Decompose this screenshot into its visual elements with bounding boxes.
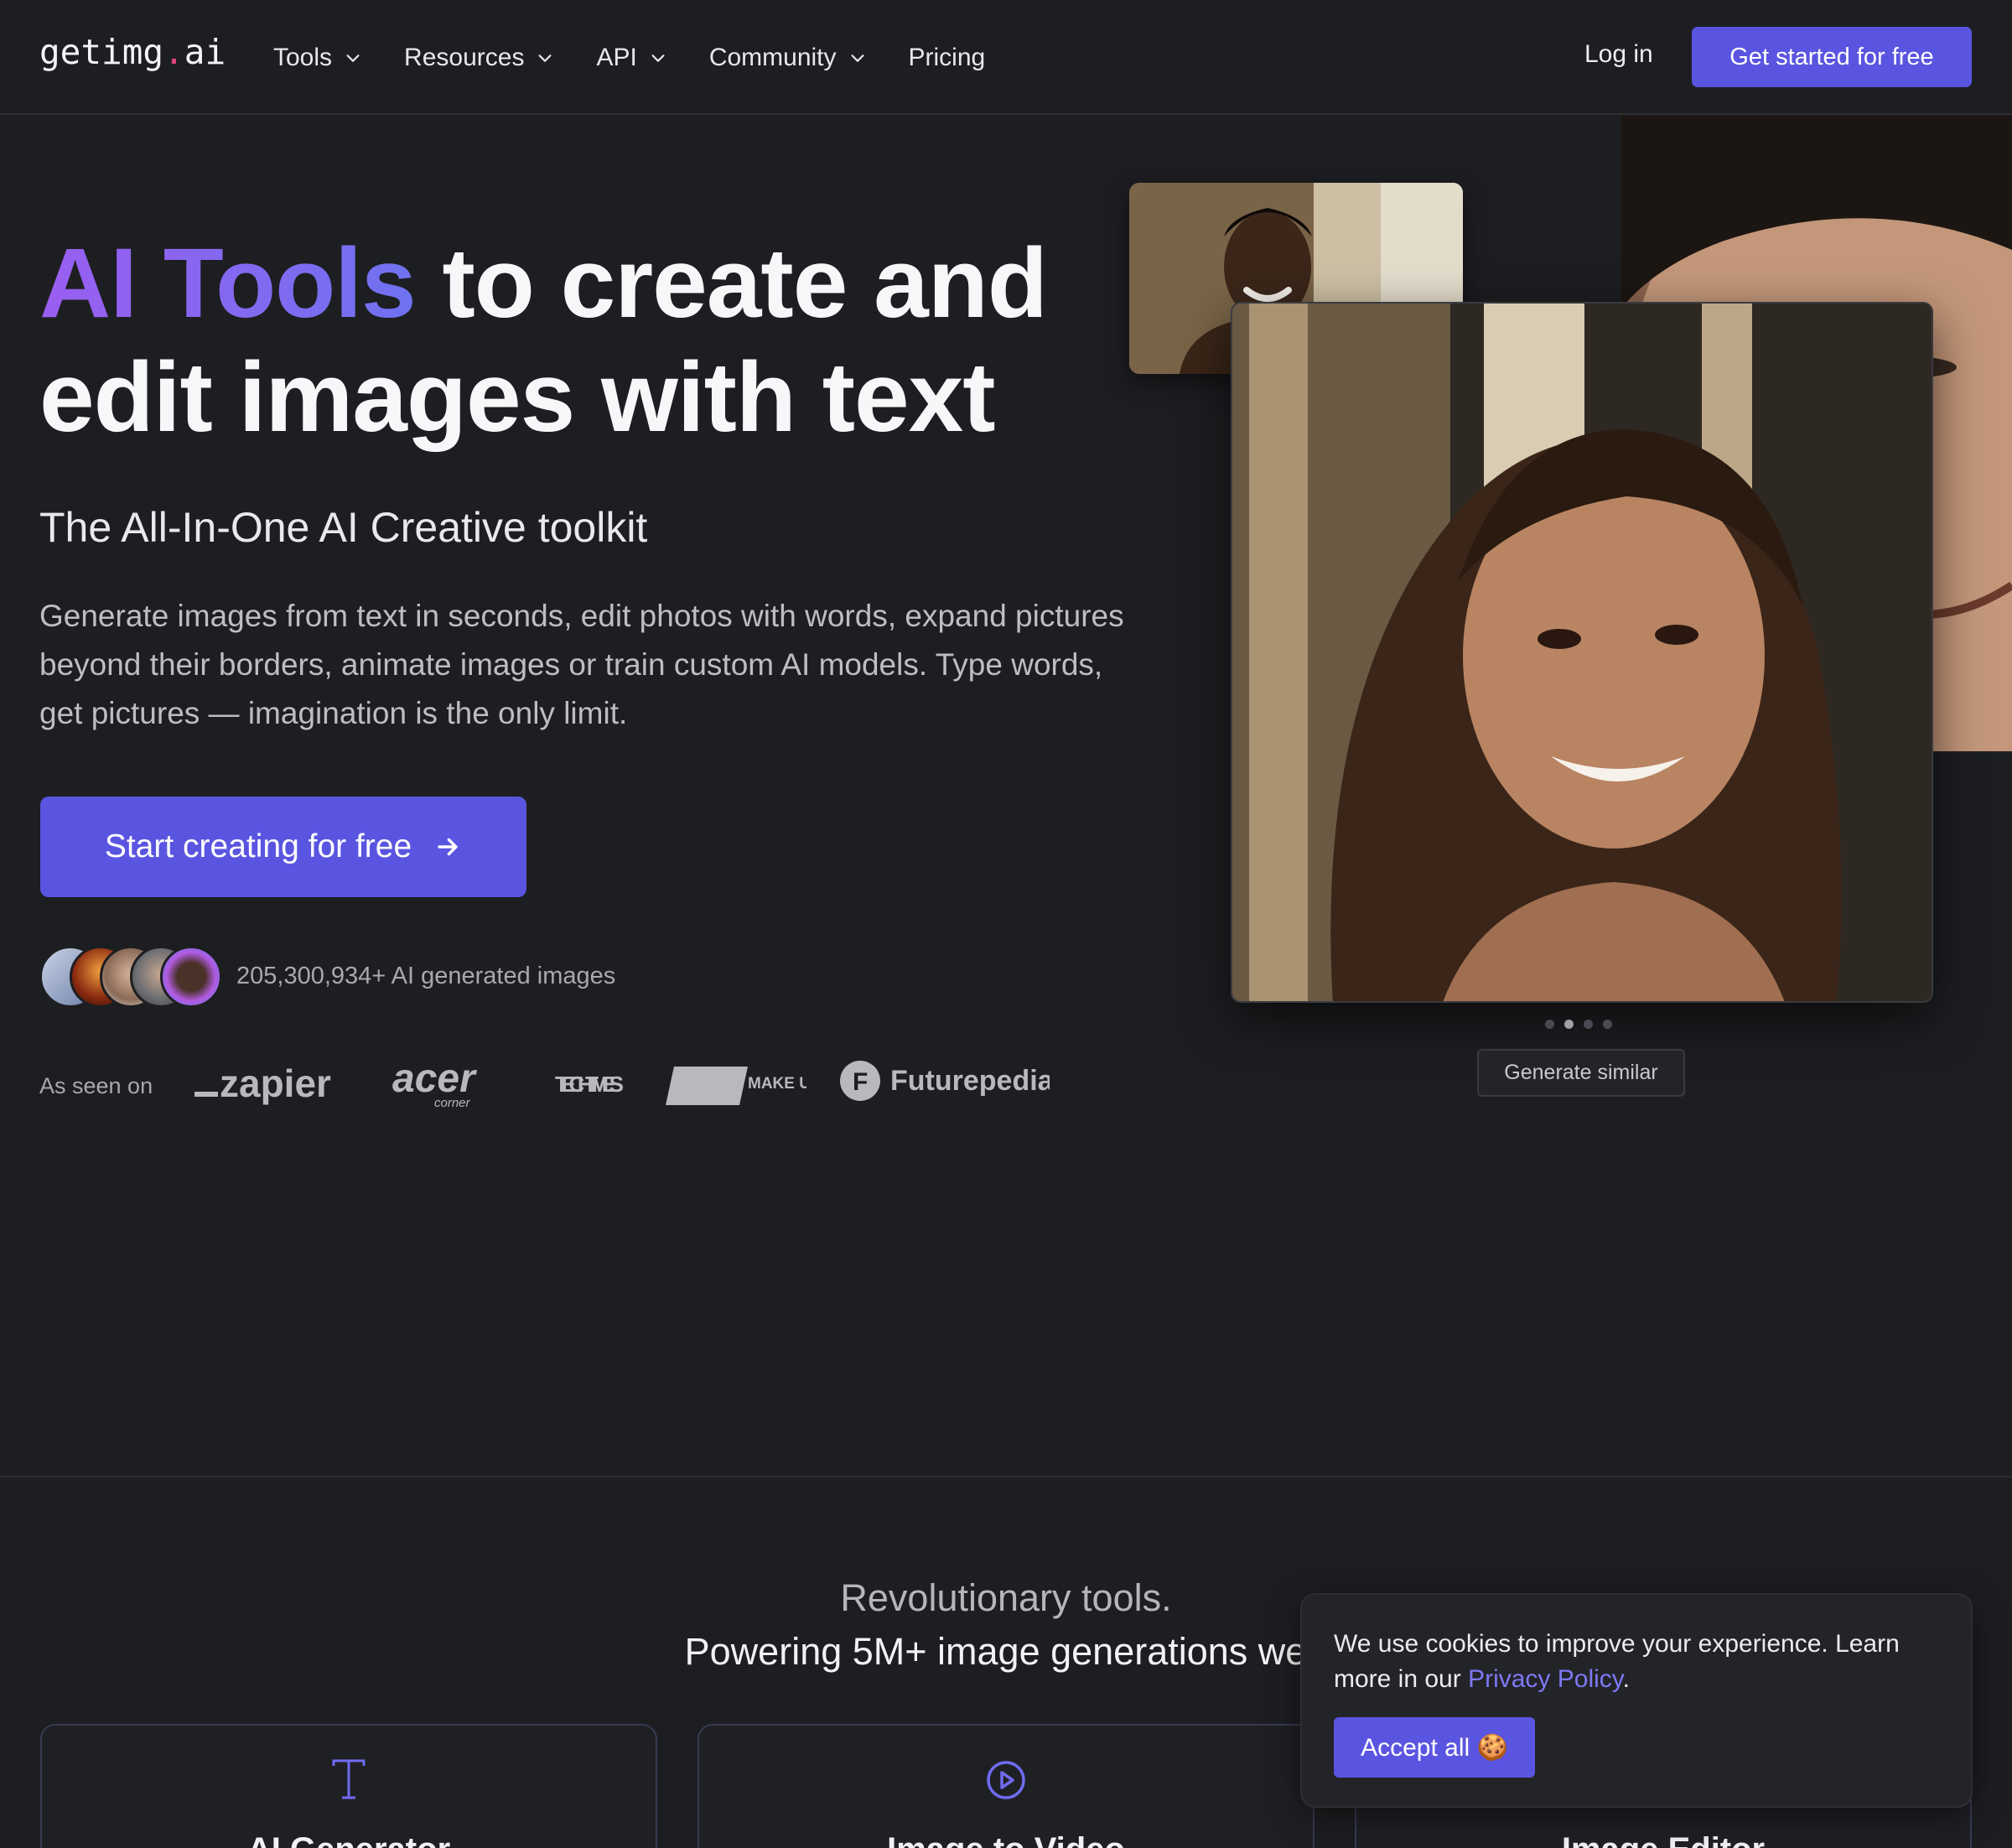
login-link[interactable]: Log in (1584, 40, 1653, 69)
start-creating-label: Start creating for free (104, 828, 412, 864)
nav-item-label: Resources (404, 43, 525, 71)
make-use-of-logo-text: MAKE USE OF (748, 1075, 806, 1093)
acer-logo-text: acer (392, 1056, 477, 1101)
avatar (160, 946, 222, 1008)
acer-corner-text: corner (434, 1096, 471, 1110)
chevron-down-icon (344, 49, 362, 67)
acer-logo: acer corner (391, 1055, 500, 1113)
text-t-icon (330, 1759, 367, 1804)
nav-item-label: API (596, 43, 637, 71)
hero-title-highlight: AI Tools (39, 228, 417, 339)
hero-description: Generate images from text in seconds, ed… (39, 599, 1124, 730)
generated-images-count: 205,300,934+ AI generated images (236, 963, 616, 989)
tech-times-logo-text: TECH TIMES (555, 1072, 624, 1097)
nav-item-resources[interactable]: Resources (404, 44, 554, 72)
tool-card-title: Image Editor (1356, 1831, 1970, 1848)
avatar-group (39, 946, 224, 1008)
futurepedia-logo: F Futurepedia (840, 1055, 1050, 1113)
chevron-down-icon (848, 49, 867, 67)
nav-item-label: Tools (273, 43, 333, 71)
page: getimg.ai Tools Resources API Community … (0, 0, 2012, 1848)
nav-item-api[interactable]: API (596, 44, 666, 72)
tool-card-ai-generator[interactable]: AI Generator (40, 1724, 657, 1848)
nav-links: Tools Resources API Community Pricing (273, 0, 985, 115)
nav-item-community[interactable]: Community (709, 44, 867, 72)
hero-title-line2: edit images with text (39, 342, 996, 453)
start-creating-button[interactable]: Start creating for free (40, 797, 526, 897)
svg-text:F: F (853, 1068, 868, 1096)
cookie-text: We use cookies to improve your experienc… (1334, 1627, 1946, 1697)
carousel-dot[interactable] (1603, 1020, 1612, 1029)
logo-tld: ai (184, 32, 226, 72)
futurepedia-logo-text: Futurepedia (890, 1065, 1050, 1097)
hero-image-main (1231, 302, 1933, 1003)
generate-similar-button[interactable]: Generate similar (1477, 1049, 1685, 1097)
nav-item-tools[interactable]: Tools (273, 44, 362, 72)
tech-times-logo: TECH TIMES (555, 1055, 630, 1113)
cookie-banner: We use cookies to improve your experienc… (1300, 1593, 1973, 1808)
logo[interactable]: getimg.ai (39, 32, 226, 72)
tool-card-image-to-video[interactable]: Image to Video (697, 1724, 1315, 1848)
carousel-dot-active[interactable] (1564, 1020, 1574, 1029)
hero-title-line1: to create and (415, 228, 1047, 339)
nav-item-label: Community (708, 43, 837, 71)
get-started-button[interactable]: Get started for free (1692, 27, 1972, 87)
section-divider (0, 1476, 2012, 1477)
cookie-text-end: . (1622, 1665, 1630, 1693)
as-seen-on-label: As seen on (39, 1073, 153, 1098)
arrow-right-icon (438, 838, 458, 856)
chevron-down-icon (536, 49, 554, 67)
nav-item-pricing[interactable]: Pricing (909, 44, 986, 72)
tool-card-title: Image to Video (699, 1831, 1313, 1848)
privacy-policy-link[interactable]: Privacy Policy (1468, 1665, 1622, 1693)
zapier-logo-text: zapier (220, 1062, 331, 1105)
hero-subtitle: The All-In-One AI Creative toolkit (39, 504, 648, 551)
nav-item-label: Pricing (908, 43, 986, 71)
hero-title: AI Tools to create and edit images with t… (39, 226, 1129, 454)
carousel-dot[interactable] (1545, 1020, 1554, 1029)
tool-card-title: AI Generator (42, 1831, 656, 1848)
play-circle-icon (985, 1759, 1027, 1805)
accept-cookies-button[interactable]: Accept all 🍪 (1334, 1717, 1535, 1778)
logo-main: getimg (39, 32, 164, 72)
chevron-down-icon (649, 49, 667, 67)
make-use-of-logo: MAKE USE OF (664, 1055, 806, 1113)
carousel-dots (1545, 1020, 1612, 1029)
logo-dot: . (163, 32, 184, 72)
top-nav: getimg.ai Tools Resources API Community … (0, 0, 2012, 115)
carousel-dot[interactable] (1584, 1020, 1593, 1029)
zapier-logo: zapier (193, 1055, 344, 1113)
